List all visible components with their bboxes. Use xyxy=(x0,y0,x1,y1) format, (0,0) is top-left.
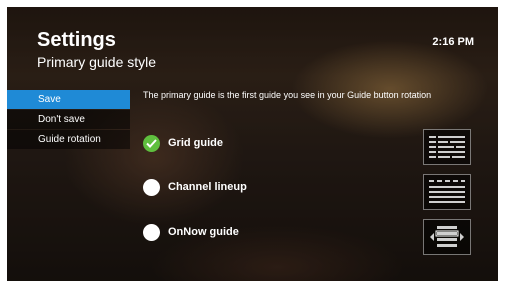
clock: 2:16 PM xyxy=(432,36,474,48)
guide-rotation-button[interactable]: Guide rotation xyxy=(7,130,130,149)
option-label: Grid guide xyxy=(168,137,223,149)
dont-save-button[interactable]: Don't save xyxy=(7,110,130,129)
onnow-guide-thumbnail-icon xyxy=(423,219,471,255)
action-menu: Save Don't save Guide rotation xyxy=(7,90,130,150)
channel-lineup-thumbnail-icon xyxy=(423,174,471,210)
save-button[interactable]: Save xyxy=(7,90,130,109)
check-icon xyxy=(143,135,160,152)
grid-guide-thumbnail-icon xyxy=(423,129,471,165)
page-title: Settings xyxy=(37,29,116,51)
radio-unchecked-icon xyxy=(143,224,160,241)
option-label: OnNow guide xyxy=(168,226,239,238)
option-label: Channel lineup xyxy=(168,181,247,193)
settings-screen: Settings Primary guide style 2:16 PM Sav… xyxy=(7,7,498,281)
option-onnow-guide[interactable]: OnNow guide xyxy=(143,222,343,244)
option-channel-lineup[interactable]: Channel lineup xyxy=(143,177,343,199)
page-subtitle: Primary guide style xyxy=(37,54,157,70)
option-grid-guide[interactable]: Grid guide xyxy=(143,133,343,155)
radio-unchecked-icon xyxy=(143,179,160,196)
description-text: The primary guide is the first guide you… xyxy=(143,90,432,100)
